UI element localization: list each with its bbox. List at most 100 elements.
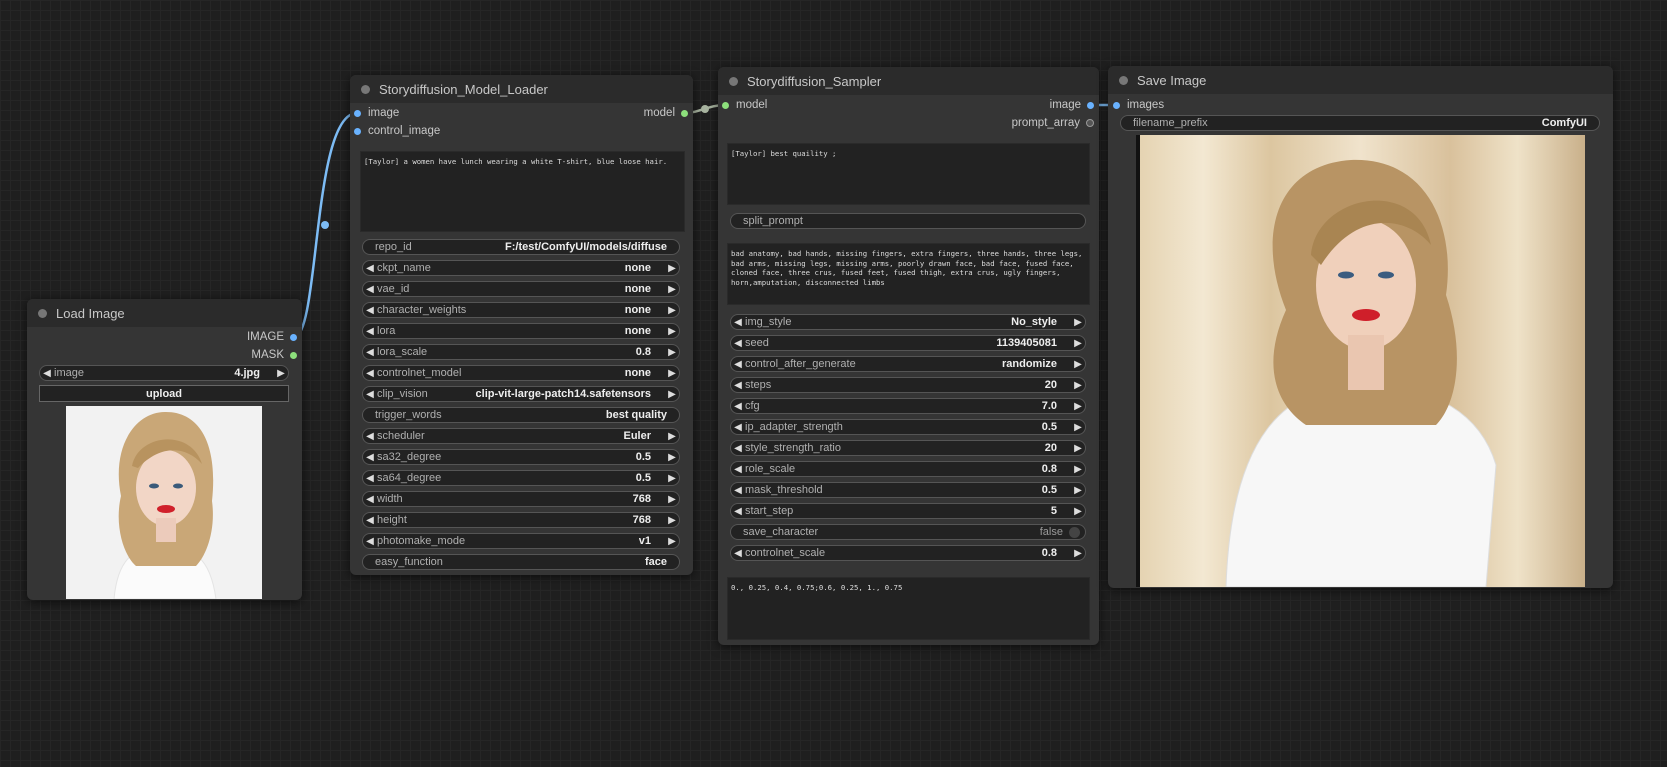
filename-prefix-field[interactable]: filename_prefix ComfyUI <box>1120 115 1600 131</box>
img-style-select[interactable]: ◀ img_style No_style ▶ <box>730 314 1086 330</box>
decrement-arrow-icon[interactable]: ◀ <box>40 368 54 379</box>
model-loader-title-bar[interactable]: Storydiffusion_Model_Loader <box>350 75 693 103</box>
steps-number[interactable]: ◀ steps 20 ▶ <box>730 377 1086 393</box>
decrement-arrow-icon[interactable]: ◀ <box>363 263 377 274</box>
clip-vision-select[interactable]: ◀ clip_vision clip-vit-large-patch14.saf… <box>362 386 680 402</box>
output-slot-mask[interactable]: MASK <box>251 347 297 363</box>
trigger-words-field[interactable]: trigger_words best quality <box>362 407 680 423</box>
slot-dot[interactable] <box>1113 101 1120 109</box>
increment-arrow-icon[interactable]: ▶ <box>665 494 679 505</box>
output-slot-image[interactable]: image <box>1050 97 1094 113</box>
output-slot-model[interactable]: model <box>644 105 688 121</box>
seed-number[interactable]: ◀ seed 1139405081 ▶ <box>730 335 1086 351</box>
decrement-arrow-icon[interactable]: ◀ <box>731 422 745 433</box>
decrement-arrow-icon[interactable]: ◀ <box>731 464 745 475</box>
character-prompt-textarea[interactable]: [Taylor] a women have lunch wearing a wh… <box>360 151 685 232</box>
scene-prompt-textarea[interactable]: [Taylor] best quaility ; <box>727 143 1090 205</box>
increment-arrow-icon[interactable]: ▶ <box>665 536 679 547</box>
decrement-arrow-icon[interactable]: ◀ <box>363 473 377 484</box>
increment-arrow-icon[interactable]: ▶ <box>665 368 679 379</box>
save-image-node[interactable]: Save Image images filename_prefix ComfyU… <box>1108 66 1613 588</box>
decrement-arrow-icon[interactable]: ◀ <box>363 389 377 400</box>
increment-arrow-icon[interactable]: ▶ <box>1071 485 1085 496</box>
slot-dot[interactable] <box>290 333 297 341</box>
decrement-arrow-icon[interactable]: ◀ <box>731 359 745 370</box>
increment-arrow-icon[interactable]: ▶ <box>1071 422 1085 433</box>
load-image-title-bar[interactable]: Load Image <box>27 299 302 327</box>
height-number[interactable]: ◀ height 768 ▶ <box>362 512 680 528</box>
node-collapse-dot[interactable] <box>361 84 370 94</box>
node-collapse-dot[interactable] <box>729 76 738 86</box>
slot-dot[interactable] <box>681 109 688 117</box>
decrement-arrow-icon[interactable]: ◀ <box>363 536 377 547</box>
increment-arrow-icon[interactable]: ▶ <box>274 368 288 379</box>
lora-scale-number[interactable]: ◀ lora_scale 0.8 ▶ <box>362 344 680 360</box>
decrement-arrow-icon[interactable]: ◀ <box>731 401 745 412</box>
increment-arrow-icon[interactable]: ▶ <box>665 389 679 400</box>
sa32-degree-number[interactable]: ◀ sa32_degree 0.5 ▶ <box>362 449 680 465</box>
save-image-title-bar[interactable]: Save Image <box>1108 66 1613 94</box>
increment-arrow-icon[interactable]: ▶ <box>1071 548 1085 559</box>
decrement-arrow-icon[interactable]: ◀ <box>363 305 377 316</box>
decrement-arrow-icon[interactable]: ◀ <box>731 506 745 517</box>
load-image-node[interactable]: Load Image IMAGE MASK ◀ image 4.jpg ▶ up… <box>27 299 302 600</box>
decrement-arrow-icon[interactable]: ◀ <box>363 452 377 463</box>
slot-dot[interactable] <box>1087 101 1094 109</box>
toggle-knob-icon[interactable] <box>1069 526 1080 538</box>
photomake-mode-select[interactable]: ◀ photomake_mode v1 ▶ <box>362 533 680 549</box>
controlnet-scale-number[interactable]: ◀ controlnet_scale 0.8 ▶ <box>730 545 1086 561</box>
style-strength-ratio-number[interactable]: ◀ style_strength_ratio 20 ▶ <box>730 440 1086 456</box>
increment-arrow-icon[interactable]: ▶ <box>665 515 679 526</box>
node-collapse-dot[interactable] <box>38 308 47 318</box>
increment-arrow-icon[interactable]: ▶ <box>1071 464 1085 475</box>
sampler-node[interactable]: Storydiffusion_Sampler model image promp… <box>718 67 1099 645</box>
decrement-arrow-icon[interactable]: ◀ <box>363 494 377 505</box>
sa64-degree-number[interactable]: ◀ sa64_degree 0.5 ▶ <box>362 470 680 486</box>
increment-arrow-icon[interactable]: ▶ <box>665 347 679 358</box>
controlnet-model-select[interactable]: ◀ controlnet_model none ▶ <box>362 365 680 381</box>
decrement-arrow-icon[interactable]: ◀ <box>363 368 377 379</box>
increment-arrow-icon[interactable]: ▶ <box>665 473 679 484</box>
input-slot-images[interactable]: images <box>1113 97 1164 113</box>
increment-arrow-icon[interactable]: ▶ <box>1071 506 1085 517</box>
slot-dot[interactable] <box>1086 119 1094 127</box>
easy-function-field[interactable]: easy_function face <box>362 554 680 570</box>
increment-arrow-icon[interactable]: ▶ <box>665 263 679 274</box>
increment-arrow-icon[interactable]: ▶ <box>1071 359 1085 370</box>
character-weights-select[interactable]: ◀ character_weights none ▶ <box>362 302 680 318</box>
control-after-generate-select[interactable]: ◀ control_after_generate randomize ▶ <box>730 356 1086 372</box>
start-step-number[interactable]: ◀ start_step 5 ▶ <box>730 503 1086 519</box>
decrement-arrow-icon[interactable]: ◀ <box>731 338 745 349</box>
sampler-title-bar[interactable]: Storydiffusion_Sampler <box>718 67 1099 95</box>
scheduler-select[interactable]: ◀ scheduler Euler ▶ <box>362 428 680 444</box>
decrement-arrow-icon[interactable]: ◀ <box>731 485 745 496</box>
increment-arrow-icon[interactable]: ▶ <box>665 305 679 316</box>
decrement-arrow-icon[interactable]: ◀ <box>731 548 745 559</box>
split-prompt-field[interactable]: split_prompt <box>730 213 1086 229</box>
increment-arrow-icon[interactable]: ▶ <box>1071 317 1085 328</box>
node-collapse-dot[interactable] <box>1119 75 1128 85</box>
image-select-widget[interactable]: ◀ image 4.jpg ▶ <box>39 365 289 381</box>
graph-canvas[interactable]: Load Image IMAGE MASK ◀ image 4.jpg ▶ up… <box>0 0 1667 767</box>
decrement-arrow-icon[interactable]: ◀ <box>363 515 377 526</box>
input-slot-image[interactable]: image <box>354 105 399 121</box>
slot-dot[interactable] <box>722 101 729 109</box>
negative-prompt-textarea[interactable]: bad anatomy, bad hands, missing fingers,… <box>727 243 1090 305</box>
decrement-arrow-icon[interactable]: ◀ <box>363 431 377 442</box>
increment-arrow-icon[interactable]: ▶ <box>665 452 679 463</box>
slot-dot[interactable] <box>290 351 297 359</box>
cfg-number[interactable]: ◀ cfg 7.0 ▶ <box>730 398 1086 414</box>
slot-dot[interactable] <box>354 127 361 135</box>
input-slot-control-image[interactable]: control_image <box>354 123 440 139</box>
increment-arrow-icon[interactable]: ▶ <box>1071 401 1085 412</box>
decrement-arrow-icon[interactable]: ◀ <box>363 284 377 295</box>
decrement-arrow-icon[interactable]: ◀ <box>731 443 745 454</box>
upload-button[interactable]: upload <box>39 385 289 402</box>
repo-id-field[interactable]: repo_id F:/test/ComfyUI/models/diffuse <box>362 239 680 255</box>
mask-threshold-number[interactable]: ◀ mask_threshold 0.5 ▶ <box>730 482 1086 498</box>
output-slot-image[interactable]: IMAGE <box>247 329 297 345</box>
role-scale-number[interactable]: ◀ role_scale 0.8 ▶ <box>730 461 1086 477</box>
save-character-toggle[interactable]: save_character false <box>730 524 1086 540</box>
decrement-arrow-icon[interactable]: ◀ <box>731 380 745 391</box>
width-number[interactable]: ◀ width 768 ▶ <box>362 491 680 507</box>
